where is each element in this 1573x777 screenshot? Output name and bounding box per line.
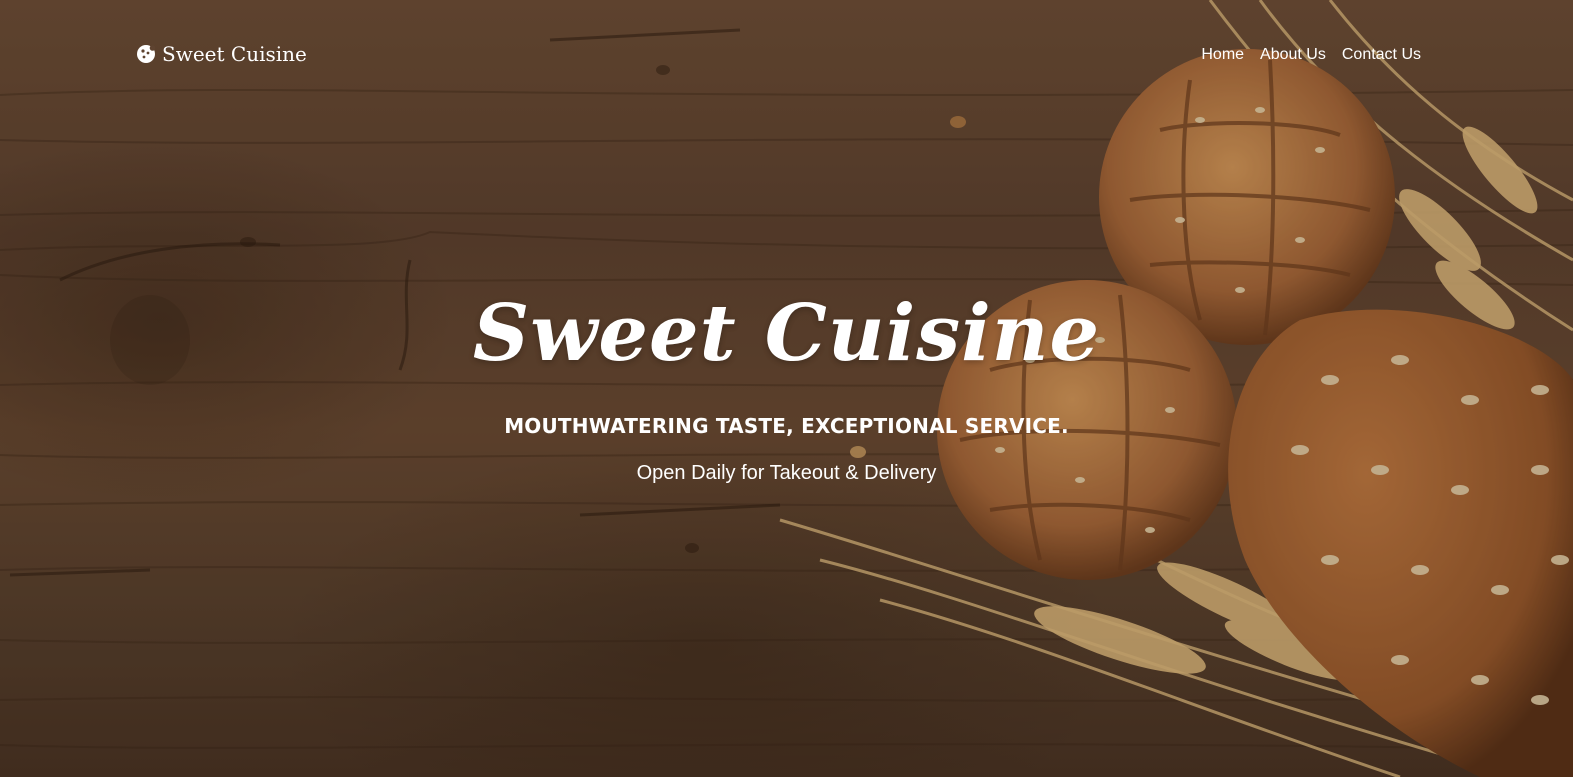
- nav-contact-us[interactable]: Contact Us: [1342, 46, 1421, 64]
- brand-name: Sweet Cuisine: [162, 42, 307, 66]
- hero-tagline: MOUTHWATERING TASTE, EXCEPTIONAL SERVICE…: [504, 414, 1069, 438]
- main-nav: Home About Us Contact Us: [1201, 46, 1421, 64]
- nav-about-us[interactable]: About Us: [1260, 46, 1326, 64]
- brand-logo-link[interactable]: Sweet Cuisine: [136, 42, 307, 66]
- cookie-icon: [137, 45, 156, 63]
- hero-title: Sweet Cuisine: [472, 288, 1101, 379]
- hero-hours: Open Daily for Takeout & Delivery: [636, 462, 937, 484]
- hero-content: Sweet Cuisine MOUTHWATERING TASTE, EXCEP…: [0, 286, 1573, 485]
- nav-home[interactable]: Home: [1201, 46, 1244, 64]
